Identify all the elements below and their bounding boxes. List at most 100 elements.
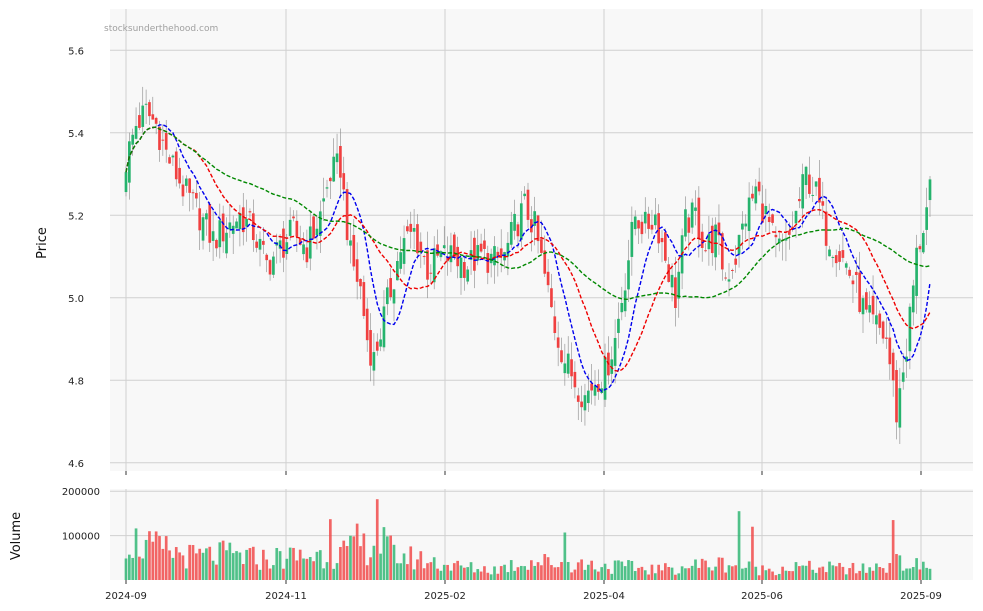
volume-bar: [399, 563, 403, 580]
candle-body: [479, 243, 483, 252]
volume-bar: [660, 570, 664, 580]
candle-body: [439, 251, 443, 258]
volume-bar: [178, 552, 181, 580]
volume-bar: [543, 554, 547, 580]
volume-bar: [308, 557, 312, 580]
volume-bar: [479, 571, 483, 580]
volume-bar: [302, 558, 305, 580]
volume-bar: [318, 550, 322, 580]
volume-bar: [747, 561, 751, 580]
candle-body: [168, 157, 171, 164]
volume-bar: [516, 567, 520, 580]
volume-bar: [643, 570, 647, 580]
candle-body: [697, 197, 701, 239]
watermark: stocksunderthehood.com: [104, 24, 218, 34]
candle-body: [727, 279, 731, 282]
volume-bar: [288, 547, 292, 580]
candle-body: [265, 254, 269, 261]
volume-bar: [791, 571, 794, 580]
candle-body: [694, 207, 697, 211]
volume-bar: [519, 565, 523, 580]
candle-body: [841, 250, 845, 258]
candle-body: [704, 250, 707, 252]
candle-body: [875, 315, 878, 325]
candle-body: [751, 193, 754, 199]
candle-body: [523, 193, 526, 197]
volume-bar: [597, 571, 600, 580]
volume-bar: [667, 566, 671, 580]
volume-bar: [603, 563, 607, 580]
volume-bar: [201, 552, 205, 580]
volume-bar: [533, 565, 537, 580]
candle-body: [158, 126, 161, 150]
volume-bar: [774, 575, 778, 580]
candle-body: [878, 313, 882, 328]
volume-bar: [895, 554, 898, 580]
volume-bar: [777, 573, 781, 580]
candle-body: [710, 225, 714, 254]
volume-bar: [670, 567, 674, 580]
volume-bar: [526, 569, 530, 580]
candle-body: [787, 230, 791, 235]
volume-bar: [218, 542, 222, 580]
volume-bar: [402, 553, 406, 580]
candle-body: [355, 259, 359, 282]
candle-body: [426, 250, 429, 280]
candle-body: [449, 245, 453, 263]
volume-bar: [245, 549, 248, 580]
candle-body: [282, 228, 285, 258]
volume-bar: [248, 548, 252, 580]
volume-bar: [459, 565, 463, 580]
candle-body: [332, 156, 336, 182]
volume-bar: [493, 566, 496, 580]
candle-body: [660, 238, 664, 243]
price-tick-label: 5.0: [68, 294, 84, 305]
candle-body: [215, 239, 218, 249]
volume-bar: [262, 549, 265, 580]
volume-bar: [724, 572, 727, 580]
volume-bar: [617, 560, 620, 580]
volume-bar: [834, 566, 838, 580]
candle-body: [653, 214, 657, 226]
volume-bar: [389, 535, 392, 580]
candle-body: [345, 189, 349, 241]
volume-bar: [875, 563, 878, 580]
candle-body: [613, 337, 617, 366]
volume-bar: [566, 562, 570, 580]
date-tick-label: 2025-02: [424, 591, 466, 602]
volume-bar: [359, 546, 362, 580]
candle-body: [563, 363, 567, 374]
candle-body: [131, 134, 135, 145]
candle-body: [365, 308, 369, 341]
candle-body: [305, 247, 309, 263]
candle-body: [352, 234, 356, 267]
volume-bar: [717, 557, 721, 580]
volume-bar: [483, 566, 486, 580]
volume-bar: [580, 559, 583, 580]
volume-bar: [684, 568, 687, 580]
candle-body: [392, 289, 396, 304]
volume-bar: [918, 569, 922, 580]
volume-bar: [312, 561, 315, 580]
volume-bar: [811, 569, 815, 580]
candle-body: [128, 141, 131, 183]
candle-body: [617, 318, 620, 333]
volume-bar: [680, 566, 684, 580]
candle-body: [808, 174, 811, 194]
volume-bar: [379, 553, 382, 580]
candle-body: [272, 256, 275, 275]
candle-body: [844, 263, 848, 268]
volume-bar: [329, 519, 332, 580]
candle-body: [915, 247, 918, 296]
volume-tick-label: 100000: [62, 532, 100, 543]
volume-bar: [653, 573, 657, 580]
volume-bar: [898, 555, 902, 580]
candle-body: [798, 199, 801, 202]
candle-body: [268, 260, 272, 275]
volume-bar: [928, 568, 932, 580]
candle-body: [342, 173, 346, 190]
candle-body: [731, 269, 734, 271]
candle-body: [141, 105, 145, 127]
candle-body: [774, 234, 778, 238]
candle-body: [854, 271, 858, 276]
